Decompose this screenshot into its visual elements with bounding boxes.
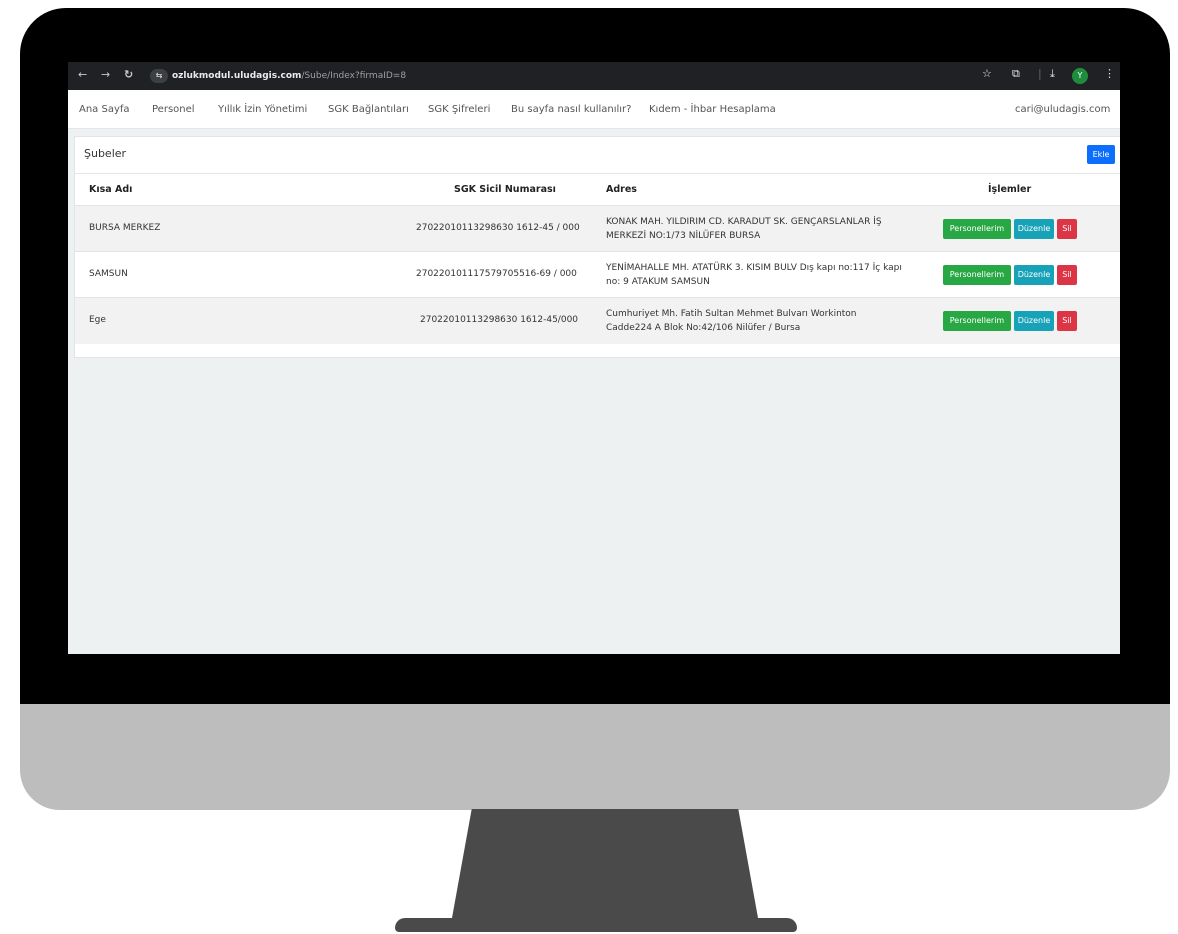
branches-panel: Şubeler Ekle Kısa Adı SGK Sicil Numarası… [74, 136, 1120, 358]
page-title: Şubeler [84, 147, 127, 160]
nav-personel[interactable]: Personel [152, 104, 195, 115]
staff-button[interactable]: Personellerim [943, 311, 1011, 331]
site-navbar: Ana Sayfa Personel Yıllık İzin Yönetimi … [68, 90, 1120, 129]
short-name: SAMSUN [89, 269, 128, 279]
delete-button[interactable]: Sil [1057, 311, 1077, 331]
monitor-stand [450, 809, 760, 929]
header-sgk-number: SGK Sicil Numarası [454, 184, 556, 195]
menu-kebab-icon[interactable]: ⋮ [1104, 67, 1115, 80]
address-line: no: 9 ATAKUM SAMSUN [606, 277, 710, 287]
nav-sgk-baglantilari[interactable]: SGK Bağlantıları [328, 104, 409, 115]
address-line: MERKEZİ NO:1/73 NİLÜFER BURSA [606, 231, 761, 241]
short-name: Ege [89, 315, 106, 325]
header-actions: İşlemler [988, 184, 1032, 195]
monitor-chin [20, 704, 1170, 810]
edit-button[interactable]: Düzenle [1014, 265, 1054, 285]
forward-icon[interactable]: → [101, 68, 110, 81]
profile-avatar[interactable]: Y [1072, 68, 1088, 84]
address: YENİMAHALLE MH. ATATÜRK 3. KISIM BULV Dı… [606, 261, 911, 289]
address: KONAK MAH. YILDIRIM CD. KARADUT SK. GENÇ… [606, 215, 911, 243]
table-row: Ege 27022010113298630 1612-45/000 Cumhur… [75, 297, 1120, 344]
staff-button[interactable]: Personellerim [943, 265, 1011, 285]
user-email[interactable]: cari@uludagis.com [1015, 104, 1110, 115]
nav-bu-sayfa[interactable]: Bu sayfa nasıl kullanılır? [511, 104, 631, 115]
nav-sgk-sifreleri[interactable]: SGK Şifreleri [428, 104, 490, 115]
address: Cumhuriyet Mh. Fatih Sultan Mehmet Bulva… [606, 307, 911, 335]
header-address: Adres [606, 184, 637, 195]
address-line: Cumhuriyet Mh. Fatih Sultan Mehmet Bulva… [606, 309, 857, 319]
screen: ← → ↻ ⇆ ozlukmodul.uludagis.com/Sube/Inde… [68, 62, 1120, 654]
table-row: SAMSUN 270220101117579705516-69 / 000 YE… [75, 251, 1120, 298]
short-name: BURSA MERKEZ [89, 223, 161, 233]
add-button[interactable]: Ekle [1087, 145, 1115, 164]
address-line: Cadde224 A Blok No:42/106 Nilüfer / Burs… [606, 323, 801, 333]
nav-kidem-ihbar[interactable]: Kıdem - İhbar Hesaplama [649, 104, 776, 115]
reload-icon[interactable]: ↻ [124, 68, 133, 81]
nav-ana-sayfa[interactable]: Ana Sayfa [79, 104, 130, 115]
delete-button[interactable]: Sil [1057, 219, 1077, 239]
panel-divider [75, 173, 1120, 174]
sgk-number: 27022010113298630 1612-45/000 [420, 315, 579, 325]
download-icon[interactable]: ⤓ [1050, 67, 1055, 81]
monitor-stand-base [395, 918, 797, 932]
bookmark-star-icon[interactable]: ☆ [982, 67, 992, 80]
table-row: BURSA MERKEZ 27022010113298630 1612-45 /… [75, 205, 1120, 252]
edit-button[interactable]: Düzenle [1014, 311, 1054, 331]
address-line: YENİMAHALLE MH. ATATÜRK 3. KISIM BULV Dı… [606, 263, 902, 273]
browser-toolbar: ← → ↻ ⇆ ozlukmodul.uludagis.com/Sube/Inde… [68, 62, 1120, 90]
delete-button[interactable]: Sil [1057, 265, 1077, 285]
url-host: ozlukmodul.uludagis.com [172, 71, 302, 81]
address-bar[interactable]: ⇆ ozlukmodul.uludagis.com/Sube/Index?firm… [150, 67, 910, 85]
sgk-number: 27022010113298630 1612-45 / 000 [416, 223, 580, 233]
staff-button[interactable]: Personellerim [943, 219, 1011, 239]
address-line: KONAK MAH. YILDIRIM CD. KARADUT SK. GENÇ… [606, 217, 882, 227]
site-settings-icon[interactable]: ⇆ [150, 69, 168, 83]
header-short-name: Kısa Adı [89, 184, 133, 195]
edit-button[interactable]: Düzenle [1014, 219, 1054, 239]
extensions-icon[interactable]: ⧉ [1012, 67, 1020, 81]
nav-yillik-izin[interactable]: Yıllık İzin Yönetimi [218, 104, 307, 115]
sgk-number: 270220101117579705516-69 / 000 [416, 269, 577, 279]
toolbar-divider: | [1038, 67, 1042, 80]
back-icon[interactable]: ← [78, 68, 87, 81]
url-path: /Sube/Index?firmaID=8 [301, 71, 407, 81]
